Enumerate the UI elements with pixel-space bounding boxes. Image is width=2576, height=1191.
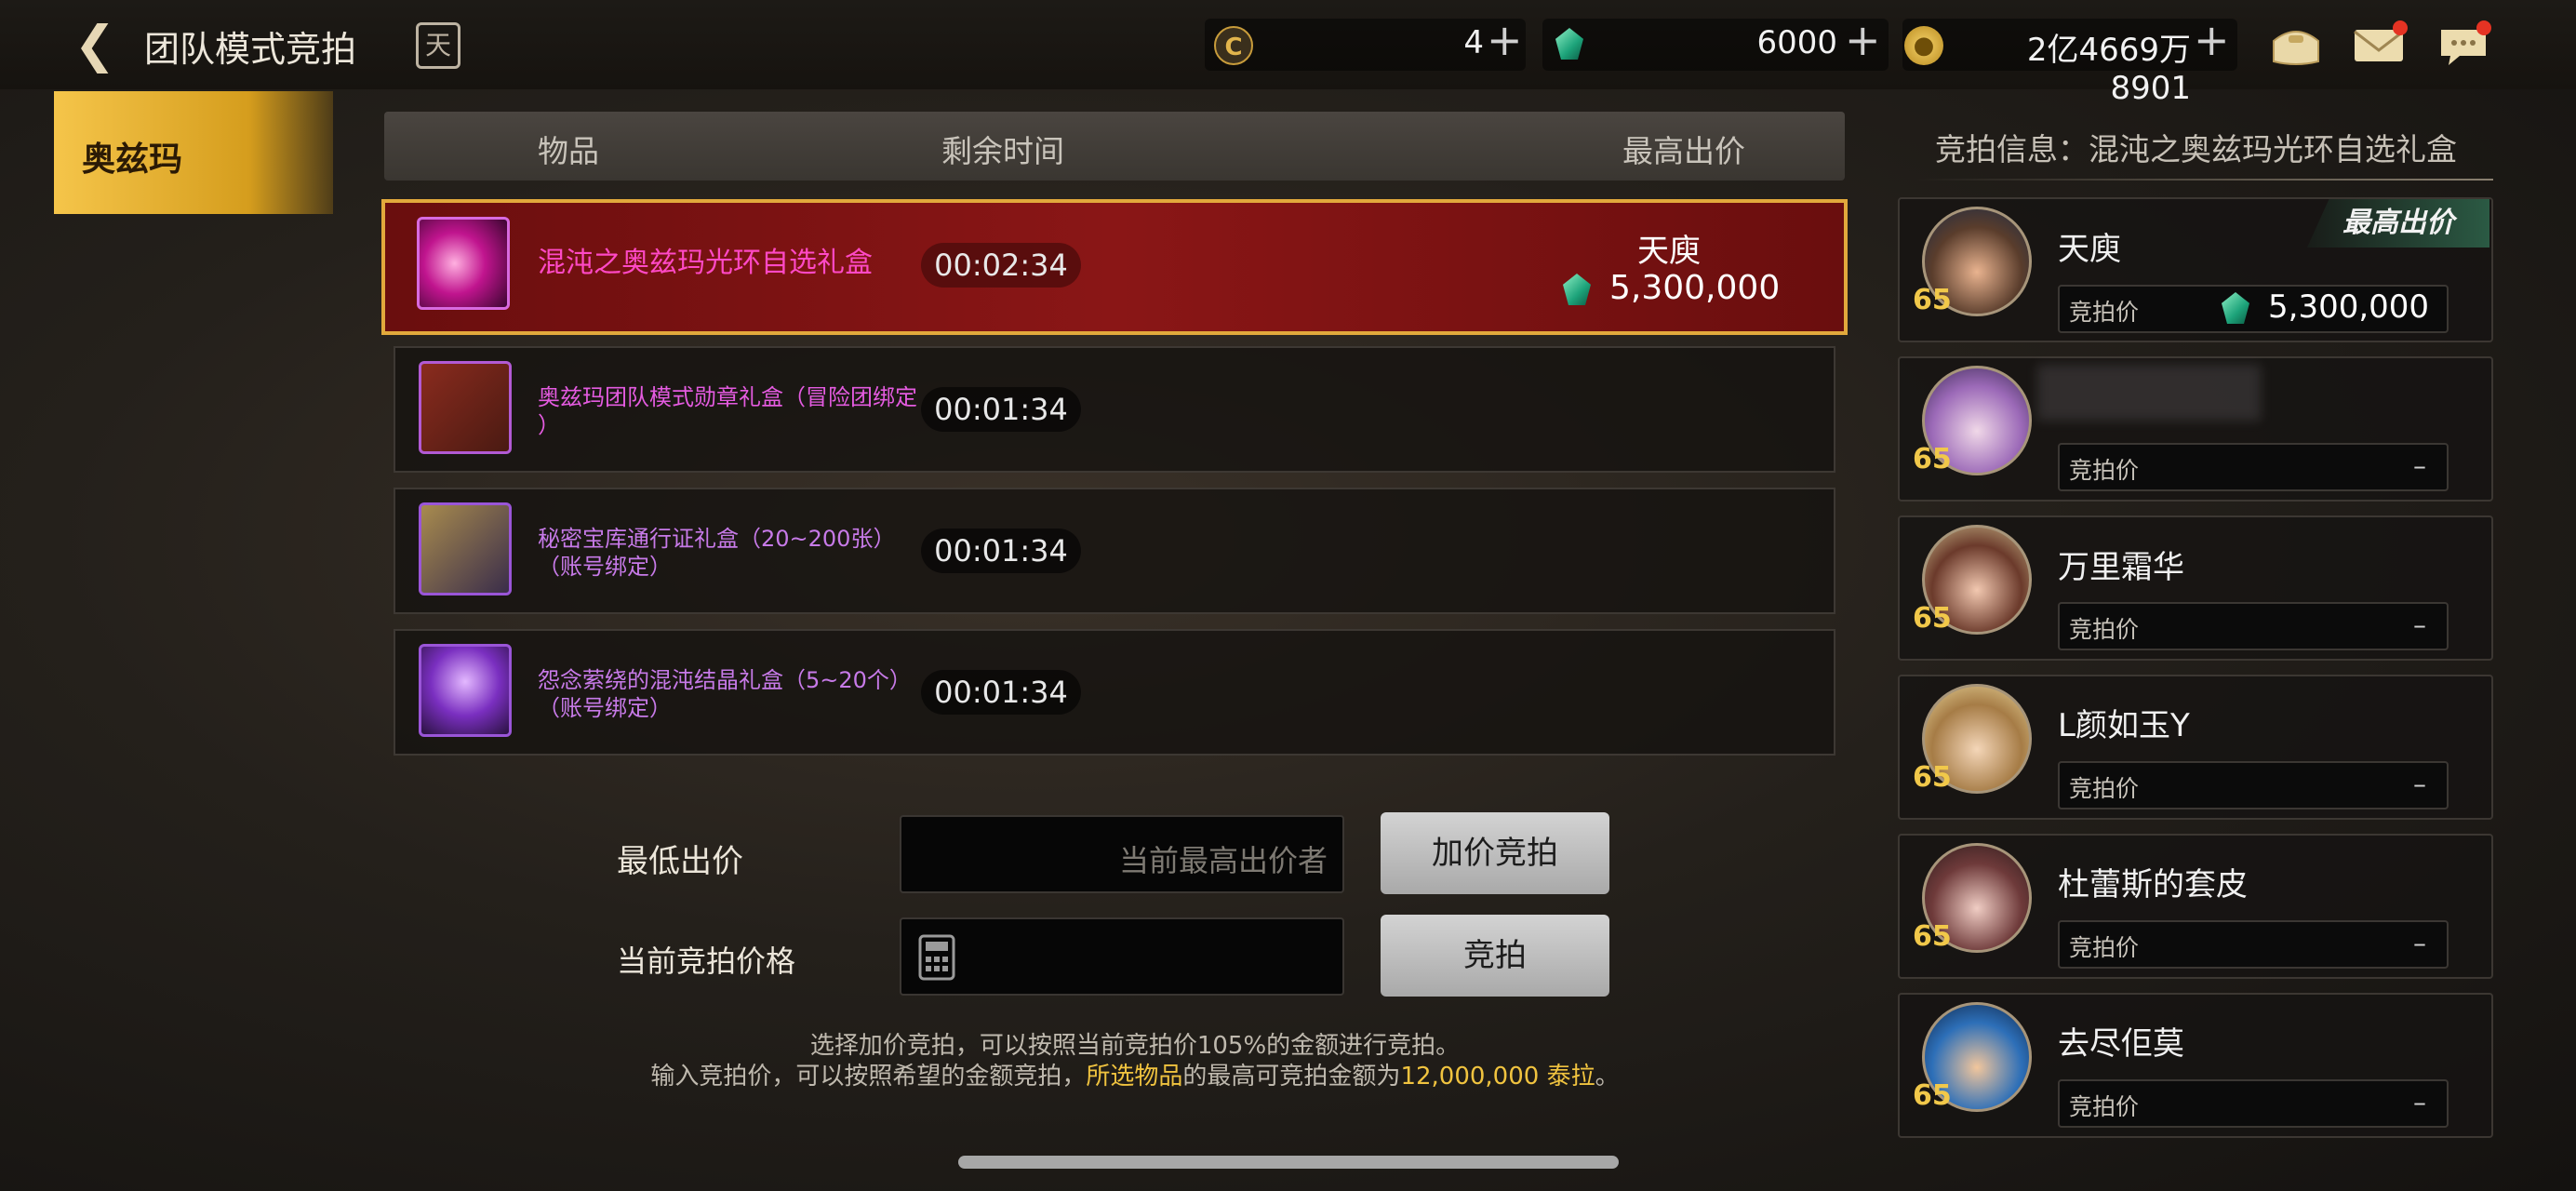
back-arrow-icon[interactable]: ❮ — [65, 15, 125, 74]
bid-value: – — [2413, 609, 2426, 640]
min-bid-field: 当前最高出价者 — [900, 815, 1344, 893]
bid-label: 竞拍价 — [2069, 616, 2140, 643]
raise-bid-button[interactable]: 加价竞拍 — [1381, 812, 1609, 894]
item-name: 混沌之奥兹玛光环自选礼盒 — [538, 247, 873, 279]
gold-icon: ● — [1904, 26, 1943, 65]
remaining-time: 00:01:34 — [921, 387, 1081, 432]
item-name-line1: 怨念萦绕的混沌结晶礼盒（5~20个） — [538, 667, 912, 693]
column-header-price: 最高出价 — [1622, 133, 1745, 169]
current-price-label: 当前竞拍价格 — [617, 943, 796, 979]
bag-icon[interactable] — [2268, 19, 2324, 71]
calculator-icon[interactable] — [918, 934, 955, 981]
bid-label: 竞拍价 — [2069, 299, 2140, 326]
page-title: 团队模式竞拍 — [144, 29, 357, 70]
hint-highlight-amount: 12,000,000 泰拉 — [1400, 1063, 1595, 1091]
mail-notification-dot — [2393, 20, 2408, 35]
tab-ozma[interactable]: 奥兹玛 — [54, 91, 333, 214]
level-badge: 65 — [1913, 920, 1952, 953]
add-gold-button[interactable]: + — [2194, 15, 2230, 65]
remaining-time: 00:01:34 — [921, 670, 1081, 715]
level-badge: 65 — [1913, 602, 1952, 635]
hint-highlight-item: 所选物品 — [1086, 1063, 1183, 1091]
column-header-time: 剩余时间 — [941, 133, 1064, 169]
min-bid-label: 最低出价 — [617, 843, 743, 880]
top-bid-price: 5,300,000 — [1609, 269, 1781, 307]
bid-price-input[interactable] — [900, 917, 1344, 996]
calendar-icon[interactable]: 天 — [416, 22, 460, 69]
bid-label: 竞拍价 — [2069, 934, 2140, 961]
currency-c-value: 4 — [1463, 24, 1484, 61]
bidder-name: 去尽佢莫 — [2058, 1025, 2184, 1063]
bid-value: – — [2413, 928, 2426, 958]
add-c-button[interactable]: + — [1487, 15, 1523, 65]
bidder-name: 杜蕾斯的套皮 — [2058, 866, 2248, 903]
level-badge: 65 — [1913, 1079, 1952, 1112]
top-bid-badge: 最高出价 — [2307, 199, 2489, 248]
hint-line-1: 选择加价竞拍，可以按照当前竞拍价105%的金额进行竞拍。 — [809, 1032, 1461, 1060]
bidder-name: L颜如玉Y — [2058, 707, 2190, 744]
item-name-line1: 秘密宝库通行证礼盒（20~200张） — [538, 526, 896, 552]
level-badge: 65 — [1913, 443, 1952, 475]
tab-ozma-label: 奥兹玛 — [82, 141, 183, 179]
item-name-line2: （账号绑定） — [538, 695, 672, 721]
top-bidder-name: 天庾 — [1637, 233, 1701, 270]
item-name-line1: 奥兹玛团队模式勋章礼盒（冒险团绑定 — [538, 384, 917, 410]
home-indicator[interactable] — [958, 1156, 1619, 1169]
divider — [1916, 179, 2493, 181]
item-thumbnail-vault-pass-box — [419, 502, 512, 596]
blurred-name — [2037, 365, 2261, 421]
chat-notification-dot — [2476, 20, 2491, 35]
currency-gem-value: 6000 — [1756, 24, 1837, 61]
bidder-name: 万里霜华 — [2058, 549, 2184, 586]
bid-label: 竞拍价 — [2069, 775, 2140, 802]
currency-gold-value: 2亿4669万8901 — [2026, 32, 2191, 107]
bid-button[interactable]: 竞拍 — [1381, 915, 1609, 997]
add-gem-button[interactable]: + — [1845, 15, 1881, 65]
item-name-line2: （账号绑定） — [538, 554, 672, 580]
level-badge: 65 — [1913, 284, 1952, 316]
min-bid-placeholder: 当前最高出价者 — [1118, 843, 1328, 878]
item-thumbnail-aura-box — [417, 217, 510, 310]
item-thumbnail-crystal-box — [419, 644, 512, 737]
bid-label: 竞拍价 — [2069, 1093, 2140, 1120]
bid-label: 竞拍价 — [2069, 457, 2140, 484]
bid-value: – — [2413, 450, 2426, 481]
coin-c-icon: C — [1214, 26, 1253, 65]
column-header-item: 物品 — [538, 133, 599, 169]
remaining-time: 00:01:34 — [921, 529, 1081, 573]
hint-line-2: 输入竞拍价，可以按照希望的金额竞拍，所选物品的最高可竞拍金额为12,000,00… — [521, 1057, 1749, 1091]
hint-text: 的最高可竞拍金额为 — [1182, 1063, 1401, 1091]
bid-value: – — [2413, 769, 2426, 799]
bid-value: 5,300,000 — [2268, 288, 2430, 326]
remaining-time: 00:02:34 — [921, 243, 1081, 288]
hint-text: 输入竞拍价，可以按照希望的金额竞拍， — [650, 1063, 1087, 1091]
bid-value: – — [2413, 1087, 2426, 1117]
hint-text: 。 — [1595, 1063, 1620, 1091]
level-badge: 65 — [1913, 761, 1952, 794]
item-thumbnail-medal-box — [419, 361, 512, 454]
auction-info-title: 竞拍信息：混沌之奥兹玛光环自选礼盒 — [1935, 131, 2457, 167]
item-name-line2: ） — [538, 412, 560, 438]
bidder-name: 天庾 — [2058, 231, 2121, 268]
